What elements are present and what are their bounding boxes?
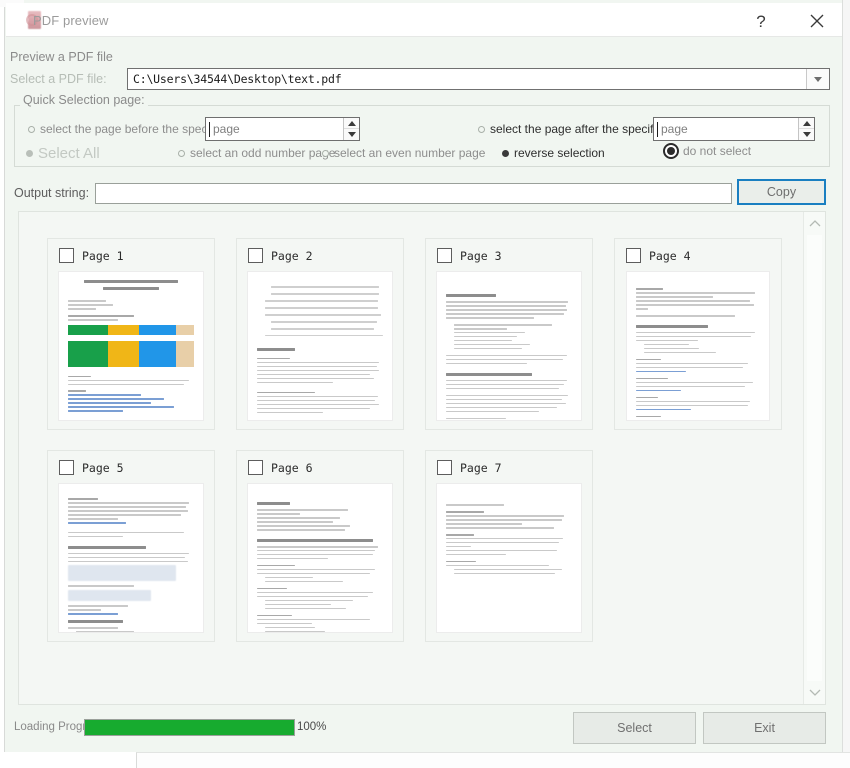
page-checkbox[interactable]	[437, 248, 452, 263]
page-after-spin-down-icon[interactable]	[799, 129, 814, 140]
radio-odd-pages-label: select an odd number page	[190, 146, 336, 160]
copy-button[interactable]: Copy	[737, 179, 826, 205]
scroll-up-icon[interactable]	[804, 213, 826, 235]
page-preview-image	[437, 272, 581, 420]
radio-select-all[interactable]: Select All	[26, 145, 100, 162]
radio-odd-pages[interactable]: select an odd number page	[178, 146, 335, 160]
page-after-spin-up-icon[interactable]	[799, 118, 814, 129]
page-preview-image	[437, 484, 581, 632]
page-checkbox[interactable]	[437, 460, 452, 475]
page-label: Page 1	[82, 248, 124, 263]
title-bar: PDF preview ?	[6, 3, 842, 37]
radio-select-before[interactable]: select the page before the specified	[28, 122, 229, 136]
window-title: PDF preview	[33, 13, 109, 28]
page-label: Page 5	[82, 460, 124, 475]
page-before-spinbox[interactable]: page	[205, 117, 360, 141]
progress-percent-text: 100%	[297, 721, 327, 733]
radio-indicator-checked	[663, 143, 679, 159]
radio-select-all-label: Select All	[38, 145, 100, 162]
radio-do-not-select-label: do not select	[683, 144, 752, 158]
file-path-combobox[interactable]: C:\Users\34544\Desktop\text.pdf	[127, 68, 830, 90]
page-thumbnail-grid: Page 1 Page 2 Page 3 Page 4 Page 5 Page …	[19, 212, 803, 704]
file-path-label: Select a PDF file:	[10, 72, 107, 86]
radio-even-pages-label: select an even number page	[334, 146, 486, 160]
page-before-suffix: page	[213, 122, 240, 136]
radio-select-after[interactable]: select the page after the specified	[478, 122, 669, 136]
page-checkbox[interactable]	[248, 460, 263, 475]
page-label: Page 3	[460, 248, 502, 263]
radio-indicator	[28, 125, 35, 133]
page-checkbox[interactable]	[59, 460, 74, 475]
page-checkbox[interactable]	[248, 248, 263, 263]
page-label: Page 2	[271, 248, 313, 263]
close-icon[interactable]	[797, 7, 837, 35]
vertical-scrollbar[interactable]	[803, 212, 825, 704]
chevron-down-icon[interactable]	[807, 69, 829, 89]
radio-do-not-select[interactable]: do not select	[663, 143, 751, 159]
radio-select-after-label: select the page after the specified	[490, 122, 670, 136]
radio-indicator	[478, 125, 485, 133]
output-string-label: Output string:	[14, 186, 90, 200]
radio-indicator	[178, 149, 185, 157]
page-after-spinbox[interactable]: page	[653, 117, 815, 141]
page-label: Page 6	[271, 460, 313, 475]
page-before-spin-down-icon[interactable]	[344, 129, 359, 140]
radio-reverse-selection-label: reverse selection	[514, 146, 605, 160]
pdf-preview-window: PDF preview ? Preview a PDF file Select …	[0, 0, 850, 768]
page-thumbnail-card[interactable]: Page 1	[47, 238, 215, 430]
radio-indicator	[502, 149, 509, 157]
page-preview-image	[248, 272, 392, 420]
page-thumbnail-card[interactable]: Page 6	[236, 450, 404, 642]
page-preview-image	[627, 272, 769, 420]
page-after-suffix: page	[661, 122, 688, 136]
page-preview-image	[59, 484, 203, 632]
text-caret	[209, 122, 210, 137]
loading-progress-bar	[84, 719, 295, 736]
radio-indicator	[26, 150, 33, 157]
radio-select-before-label: select the page before the specified	[40, 122, 230, 136]
page-thumbnail-card[interactable]: Page 3	[425, 238, 593, 430]
select-button[interactable]: Select	[573, 712, 696, 744]
scrollbar-track[interactable]	[807, 235, 822, 681]
radio-indicator	[322, 149, 329, 157]
window-backdrop-bottom-inner	[136, 752, 850, 768]
page-thumbnail-scroll-area: Page 1 Page 2 Page 3 Page 4 Page 5 Page …	[18, 211, 826, 705]
exit-button[interactable]: Exit	[703, 712, 826, 744]
page-thumbnail-card[interactable]: Page 7	[425, 450, 593, 642]
page-thumbnail-card[interactable]: Page 2	[236, 238, 404, 430]
page-before-spin-up-icon[interactable]	[344, 118, 359, 129]
page-label: Page 4	[649, 248, 691, 263]
help-icon[interactable]: ?	[741, 7, 781, 35]
preview-heading: Preview a PDF file	[10, 50, 113, 64]
page-preview-image	[59, 272, 203, 420]
page-label: Page 7	[460, 460, 502, 475]
page-thumbnail-card[interactable]: Page 5	[47, 450, 215, 642]
scroll-down-icon[interactable]	[804, 681, 826, 703]
file-path-value: C:\Users\34544\Desktop\text.pdf	[133, 72, 342, 86]
output-string-input[interactable]	[95, 183, 732, 204]
quick-selection-group-title: Quick Selection page:	[20, 93, 148, 107]
radio-even-pages[interactable]: select an even number page	[322, 146, 485, 160]
page-preview-image	[248, 484, 392, 632]
progress-fill	[85, 720, 294, 735]
window-backdrop-right	[842, 0, 850, 768]
page-checkbox[interactable]	[59, 248, 74, 263]
radio-reverse-selection[interactable]: reverse selection	[502, 146, 605, 160]
text-caret	[657, 122, 658, 137]
page-thumbnail-card[interactable]: Page 4	[614, 238, 782, 430]
page-checkbox[interactable]	[626, 248, 641, 263]
window-backdrop-left	[0, 0, 5, 768]
